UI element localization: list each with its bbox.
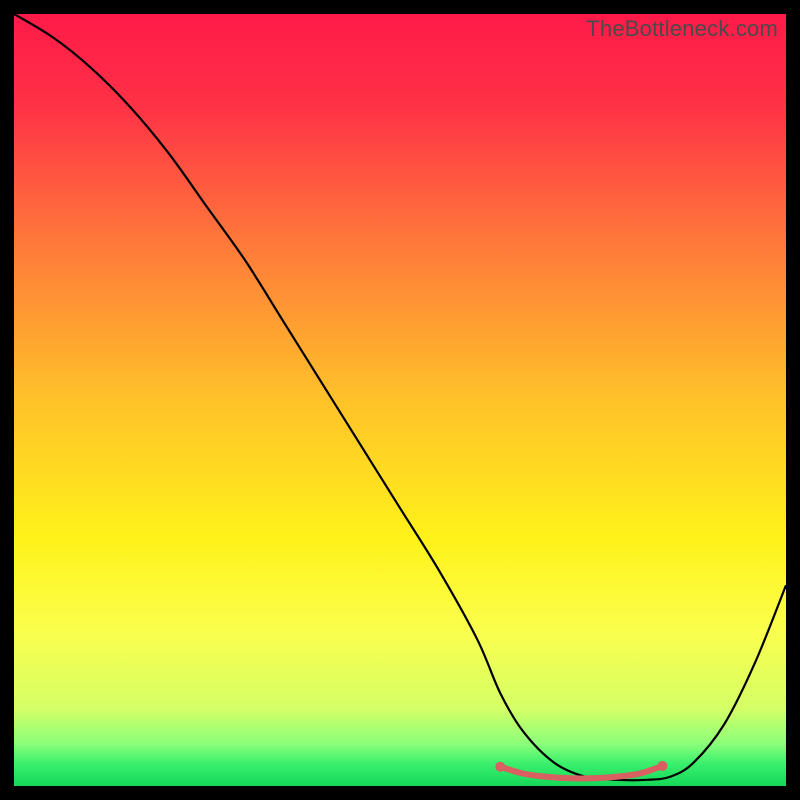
chart-frame: TheBottleneck.com [14,14,786,786]
watermark-label: TheBottleneck.com [586,16,778,42]
gradient-background [14,14,786,786]
